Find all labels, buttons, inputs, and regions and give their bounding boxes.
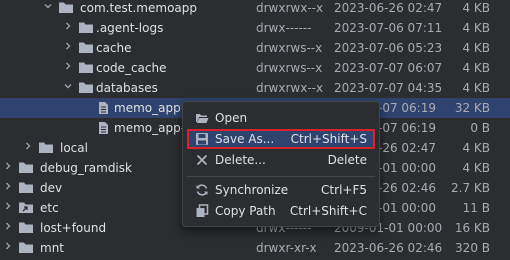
tree-row-permissions: drwxrws--x [256,61,323,75]
tree-row-name: memo_app [114,101,181,115]
tree-row[interactable]: code_cache drwxrws--x 2023-07-07 06:07 4 KB [0,58,510,78]
tree-row[interactable]: databases drwxrwx--x 2023-07-07 04:35 4 KB [0,78,510,98]
tree-row-name: databases [96,81,158,95]
chevron-down-icon[interactable] [43,0,53,14]
tree-row-size: 4 KB [462,41,490,55]
menu-item-shortcut: Ctrl+Shift+C [289,204,367,218]
folder-icon [38,141,54,155]
folder-icon [18,161,34,175]
menu-item-label: Copy Path [215,204,276,218]
save-icon [195,132,209,146]
tree-row-date: 2023-06-26 02:46 [334,241,443,255]
tree-row-date: -26 02:47 [378,141,436,155]
tree-row-permissions: drwxr-xr-x [256,241,317,255]
menu-item-save-as[interactable]: Save As... Ctrl+Shift+S [187,129,375,149]
tree-row-name: etc [40,201,59,215]
tree-row-size: 4 KB [462,141,490,155]
tree-row-permissions: drwxrws--x [256,41,323,55]
tree-row[interactable]: mnt drwxr-xr-x 2023-06-26 02:46 320 B [0,238,510,258]
tree-row-date: 2023-07-07 06:07 [334,61,443,75]
tree-row-date: 2023-07-07 04:35 [334,81,443,95]
tree-row-date: 2023-07-06 05:23 [334,41,443,55]
folder-icon [78,41,94,55]
tree-row-date: 2023-06-26 02:47 [334,1,443,15]
menu-item-label: Open [215,111,248,125]
tree-row-size: 32 KB [454,101,490,115]
menu-item-delete[interactable]: Delete... Delete [187,150,375,170]
chevron-right-icon[interactable] [3,240,13,254]
menu-item-copy-path[interactable]: Copy Path Ctrl+Shift+C [187,201,375,221]
chevron-right-icon[interactable] [63,60,73,74]
tree-row-name: code_cache [96,61,167,75]
chevron-right-icon[interactable] [3,160,13,174]
context-menu: Open Save As... Ctrl+Shift+S Delete... D… [182,101,380,227]
tree-row-size: 4 KB [462,81,490,95]
tree-row[interactable]: cache drwxrws--x 2023-07-06 05:23 4 KB [0,38,510,58]
delete-x-icon [195,153,209,167]
tree-row-date: -07 06:19 [378,121,436,135]
tree-row-name: com.test.memoapp [80,1,197,15]
tree-row-name: cache [96,41,132,55]
tree-row-size: 4 KB [462,21,490,35]
chevron-right-icon[interactable] [3,220,13,234]
folder-icon [18,221,34,235]
tree-row-date: -01 00:00 [378,161,436,175]
tree-row-size: 2.7 KB [451,181,490,195]
sync-icon [195,183,209,197]
tree-row-permissions: drwx------ [256,21,312,35]
tree-row-permissions: drwxrwx--x [256,1,324,15]
tree-row-date: -01 00:00 [378,201,436,215]
menu-item-shortcut: Ctrl+Shift+S [290,132,367,146]
folder-icon [18,241,34,255]
tree-row-size: 11 B [462,201,490,215]
folder-icon [58,1,74,15]
tree-row-size: 4 KB [462,161,490,175]
chevron-right-icon[interactable] [3,180,13,194]
tree-row-size: 4 KB [462,61,490,75]
tree-row[interactable]: .agent-logs drwx------ 2023-07-06 07:11 4 K… [0,18,510,38]
file-icon [97,121,113,135]
tree-row-name: lost+found [40,221,107,235]
chevron-down-icon[interactable] [63,80,73,94]
menu-item-shortcut: Delete [327,153,367,167]
chevron-right-icon[interactable] [63,20,73,34]
tree-row-name: debug_ramdisk [40,161,132,175]
folder-icon [78,21,94,35]
tree-row-date: -07 06:19 [378,101,436,115]
open-folder-icon [195,111,209,125]
chevron-right-icon[interactable] [63,40,73,54]
tree-row-name: dev [40,181,63,195]
chevron-right-icon[interactable] [23,140,33,154]
menu-item-shortcut: Ctrl+F5 [321,183,367,197]
menu-item-label: Synchronize [215,183,289,197]
tree-row[interactable]: com.test.memoapp drwxrwx--x 2023-06-26 02:… [0,0,510,18]
folder-icon [78,81,94,95]
tree-row-size: 4 KB [462,1,490,15]
tree-row-size: 0 B [470,121,490,135]
menu-item-label: Delete... [215,153,266,167]
file-icon [97,101,113,115]
chevron-right-icon[interactable] [3,200,13,214]
tree-row-name: local [60,141,88,155]
tree-row-date: 2023-07-06 07:11 [334,21,443,35]
tree-row-size: 320 B [455,241,490,255]
tree-row-size: 16 KB [454,221,490,235]
tree-row-date: -26 02:46 [378,181,436,195]
copy-icon [195,204,209,218]
menu-item-synchronize[interactable]: Synchronize Ctrl+F5 [187,180,375,200]
menu-item-label: Save As... [215,132,275,146]
tree-row-name: memo_app-j [114,121,189,135]
folder-link-icon [18,201,34,215]
tree-row-name: mnt [40,241,64,255]
menu-item-open[interactable]: Open [187,108,375,128]
menu-separator [187,176,375,177]
tree-row-permissions: drwxrwx--x [256,81,324,95]
tree-row-name: .agent-logs [96,21,164,35]
folder-icon [18,181,34,195]
folder-icon [78,61,94,75]
